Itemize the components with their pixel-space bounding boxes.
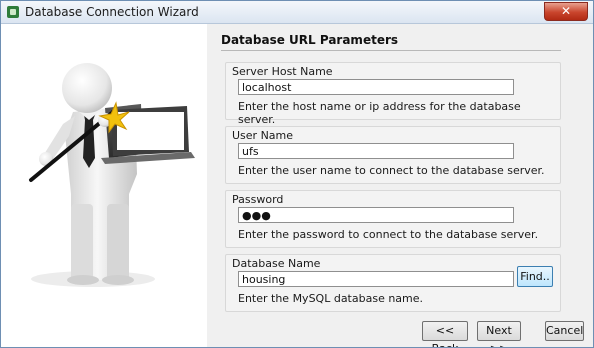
title-divider bbox=[221, 50, 561, 51]
find-button[interactable]: Find.. bbox=[517, 266, 553, 287]
database-group: Database Name Find.. Enter the MySQL dat… bbox=[225, 254, 561, 312]
user-group: User Name Enter the user name to connect… bbox=[225, 126, 561, 184]
host-input[interactable] bbox=[238, 79, 514, 95]
section-title: Database URL Parameters bbox=[221, 33, 399, 47]
wizard-window: Database Connection Wizard ✕ Database UR… bbox=[0, 0, 594, 348]
window-title: Database Connection Wizard bbox=[25, 5, 199, 19]
host-group: Server Host Name Enter the host name or … bbox=[225, 62, 561, 126]
wizard-illustration bbox=[1, 24, 207, 347]
host-hint: Enter the host name or ip address for th… bbox=[238, 100, 521, 126]
database-label: Database Name bbox=[232, 257, 321, 270]
close-button[interactable]: ✕ bbox=[544, 2, 588, 21]
user-label: User Name bbox=[232, 129, 294, 142]
user-input[interactable] bbox=[238, 143, 514, 159]
cancel-button[interactable]: Cancel bbox=[545, 321, 584, 341]
next-button[interactable]: Next >> bbox=[477, 321, 521, 347]
app-icon bbox=[7, 6, 19, 18]
database-input[interactable] bbox=[238, 271, 514, 287]
password-hint: Enter the password to connect to the dat… bbox=[238, 228, 539, 241]
back-button[interactable]: << Back bbox=[422, 321, 468, 347]
title-bar[interactable]: Database Connection Wizard ✕ bbox=[1, 1, 593, 24]
password-label: Password bbox=[232, 193, 284, 206]
password-input[interactable] bbox=[238, 207, 514, 223]
password-group: Password Enter the password to connect t… bbox=[225, 190, 561, 248]
wizard-content: Database URL Parameters Server Host Name… bbox=[207, 24, 593, 347]
host-label: Server Host Name bbox=[232, 65, 333, 78]
database-hint: Enter the MySQL database name. bbox=[238, 292, 424, 305]
close-icon: ✕ bbox=[560, 4, 572, 18]
wizard-figure-icon bbox=[29, 63, 195, 287]
user-hint: Enter the user name to connect to the da… bbox=[238, 164, 545, 177]
